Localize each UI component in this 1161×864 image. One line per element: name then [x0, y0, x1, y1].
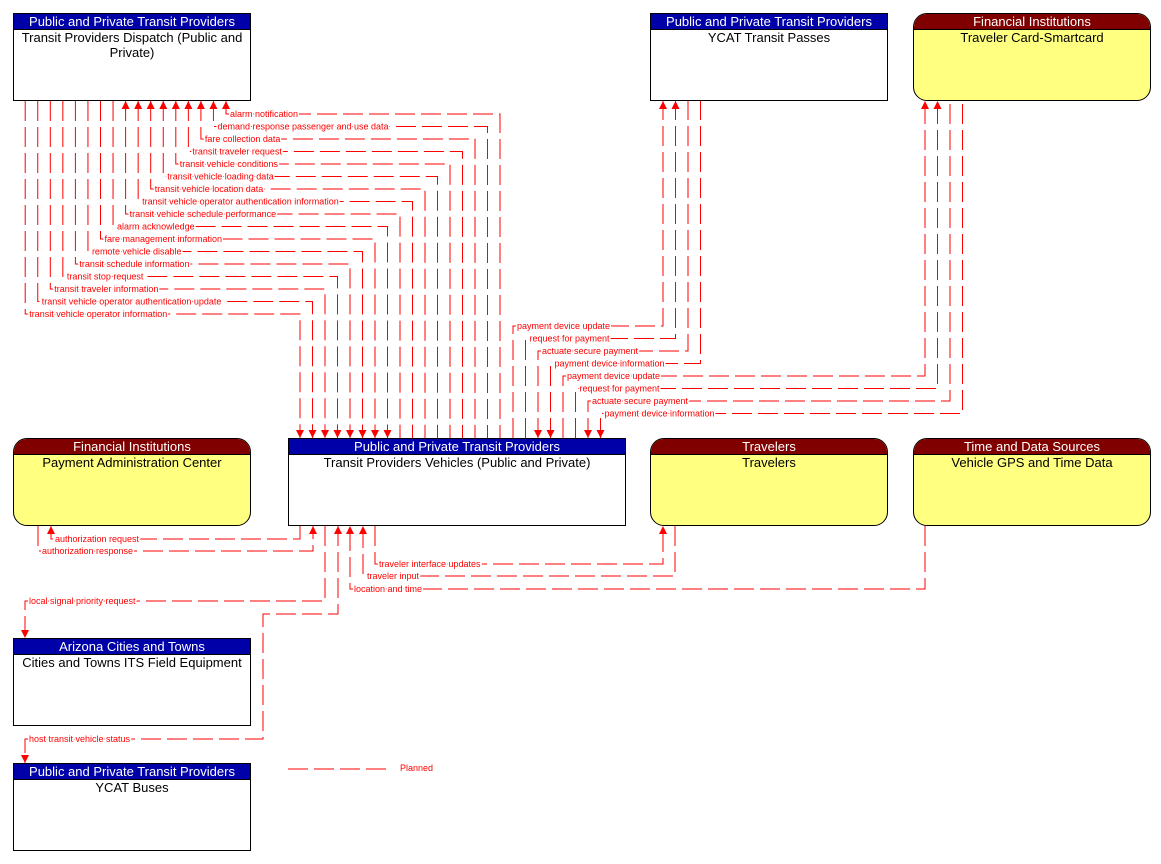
flow-smartcard-request-for-payment-label: request for payment [580, 384, 661, 394]
element-group: Arizona Cities and Towns [14, 639, 250, 655]
flow-alarm-acknowledge-label: alarm acknowledge [117, 222, 195, 232]
flow-alarm-acknowledge-arrowhead [383, 430, 392, 438]
element-group: Public and Private Transit Providers [289, 439, 625, 455]
flow-passes-actuate-secure-payment-arrowhead [534, 430, 542, 438]
flow-location-and-time-line [349, 526, 926, 590]
element-gps[interactable]: Time and Data Sources Vehicle GPS and Ti… [913, 438, 1151, 526]
element-travelers[interactable]: Travelers Travelers [650, 438, 888, 526]
flow-transit-schedule-information-arrowhead [346, 430, 354, 438]
element-name: Travelers [742, 455, 796, 470]
flow-alarm-notification-arrowhead [222, 101, 230, 109]
flow-demand-response-passenger-and-use-data-label: demand response passenger and use data [217, 122, 388, 132]
flow-transit-vehicle-loading-data-arrowhead [159, 101, 168, 109]
legend-label: Planned [400, 763, 434, 773]
flow-transit-vehicle-operator-authentication-update-arrowhead [308, 430, 317, 438]
element-group: Travelers [651, 439, 887, 455]
flow-host-transit-vehicle-status-arrowhead [334, 526, 342, 534]
flow-passes-request-for-payment-label: request for payment [530, 334, 611, 344]
flow-fare-management-information-arrowhead [371, 430, 379, 438]
element-name: Traveler Card-Smartcard [960, 30, 1104, 45]
flow-transit-vehicle-location-data-arrowhead [146, 101, 155, 109]
flow-smartcard-request-for-payment-arrowhead [933, 101, 942, 109]
flow-passes-payment-device-update-arrowhead [659, 101, 667, 109]
flow-host-transit-vehicle-status-arrowhead [21, 755, 29, 763]
flow-host-transit-vehicle-status-label: host transit vehicle status [29, 734, 131, 744]
element-smartcard[interactable]: Financial Institutions Traveler Card-Sma… [913, 13, 1151, 101]
flow-transit-traveler-request-arrowhead [184, 101, 193, 109]
flow-passes-actuate-secure-payment-label: actuate secure payment [542, 346, 639, 356]
element-name: YCAT Buses [95, 780, 169, 795]
flow-transit-stop-request-arrowhead [333, 430, 342, 438]
flow-smartcard-actuate-secure-payment-arrowhead [584, 430, 592, 438]
flow-location-and-time-arrowhead [346, 526, 354, 534]
flow-transit-vehicle-loading-data-label: transit vehicle loading data [167, 172, 274, 182]
flow-alarm-notification-label: alarm notification [230, 109, 298, 119]
flow-authorization-request-arrowhead [47, 526, 55, 534]
element-buses[interactable]: Public and Private Transit Providers YCA… [13, 763, 251, 851]
flow-smartcard-payment-device-update-arrowhead [921, 101, 929, 109]
flow-location-and-time-label: location and time [354, 584, 422, 594]
element-passes[interactable]: Public and Private Transit Providers YCA… [650, 13, 888, 101]
element-name: Transit Providers Vehicles (Public and P… [323, 455, 591, 470]
flow-traveler-interface-updates-label: traveler interface updates [379, 559, 481, 569]
flow-smartcard-payment-device-information-arrowhead [596, 430, 605, 438]
element-group: Public and Private Transit Providers [651, 14, 887, 30]
flow-remote-vehicle-disable-arrowhead [358, 430, 367, 438]
flow-transit-vehicle-operator-authentication-information-label: transit vehicle operator authentication … [142, 197, 339, 207]
flow-fare-management-information-label: fare management information [105, 234, 223, 244]
flow-transit-schedule-information-label: transit schedule information [79, 259, 189, 269]
flow-traveler-input-arrowhead [359, 526, 367, 534]
element-group: Financial Institutions [914, 14, 1150, 30]
flow-smartcard-payment-device-information-label: payment device information [605, 409, 715, 419]
flow-demand-response-passenger-and-use-data-arrowhead [209, 101, 218, 109]
flow-transit-traveler-information-label: transit traveler information [54, 284, 158, 294]
flow-transit-traveler-request-label: transit traveler request [192, 147, 282, 157]
flow-transit-vehicle-schedule-performance-label: transit vehicle schedule performance [130, 209, 277, 219]
flow-fare-collection-data-arrowhead [196, 101, 205, 109]
flow-passes-payment-device-information-label: payment device information [555, 359, 665, 369]
element-group: Time and Data Sources [914, 439, 1150, 455]
element-name: Payment Administration Center [42, 455, 222, 470]
flow-passes-payment-device-update-label: payment device update [517, 321, 610, 331]
element-group: Public and Private Transit Providers [14, 14, 250, 30]
flow-remote-vehicle-disable-label: remote vehicle disable [92, 247, 182, 257]
flow-diagram: alarm notification demand response passen… [21, 101, 963, 770]
element-name: Cities and Towns ITS Field Equipment [22, 655, 242, 670]
flow-traveler-interface-updates-arrowhead [659, 526, 667, 534]
flow-transit-vehicle-conditions-label: transit vehicle conditions [180, 159, 279, 169]
flow-transit-vehicle-conditions-arrowhead [171, 101, 180, 109]
flow-authorization-response-arrowhead [309, 526, 317, 534]
flow-smartcard-payment-device-update-label: payment device update [567, 371, 660, 381]
flow-traveler-input-label: traveler input [367, 571, 420, 581]
element-name: YCAT Transit Passes [707, 30, 831, 45]
element-group: Financial Institutions [14, 439, 250, 455]
element-cities[interactable]: Arizona Cities and Towns Cities and Town… [13, 638, 251, 726]
element-name: Vehicle GPS and Time Data [951, 455, 1113, 470]
element-vehicles[interactable]: Public and Private Transit Providers Tra… [288, 438, 626, 526]
flow-authorization-request-label: authorization request [55, 534, 140, 544]
flow-transit-vehicle-operator-information-arrowhead [296, 430, 304, 438]
flow-smartcard-actuate-secure-payment-label: actuate secure payment [592, 396, 689, 406]
flow-transit-vehicle-schedule-performance-arrowhead [121, 101, 130, 109]
element-pac[interactable]: Financial Institutions Payment Administr… [13, 438, 251, 526]
flow-transit-vehicle-location-data-label: transit vehicle location data [155, 184, 264, 194]
flow-transit-vehicle-operator-authentication-information-arrowhead [134, 101, 143, 109]
flow-local-signal-priority-request-label: local signal priority request [29, 596, 136, 606]
flow-local-signal-priority-request-arrowhead [21, 630, 29, 638]
flow-transit-traveler-information-arrowhead [321, 430, 329, 438]
flow-passes-request-for-payment-arrowhead [671, 101, 680, 109]
flow-transit-vehicle-operator-information-label: transit vehicle operator information [29, 309, 167, 319]
flow-passes-payment-device-information-arrowhead [546, 430, 555, 438]
flow-transit-stop-request-label: transit stop request [67, 272, 144, 282]
flow-authorization-response-label: authorization response [42, 546, 133, 556]
element-dispatch[interactable]: Public and Private Transit Providers Tra… [13, 13, 251, 101]
flow-transit-vehicle-operator-authentication-update-label: transit vehicle operator authentication … [42, 297, 222, 307]
element-name: Transit Providers Dispatch (Public and P… [21, 30, 243, 60]
flow-fare-collection-data-label: fare collection data [205, 134, 281, 144]
element-group: Public and Private Transit Providers [14, 764, 250, 780]
